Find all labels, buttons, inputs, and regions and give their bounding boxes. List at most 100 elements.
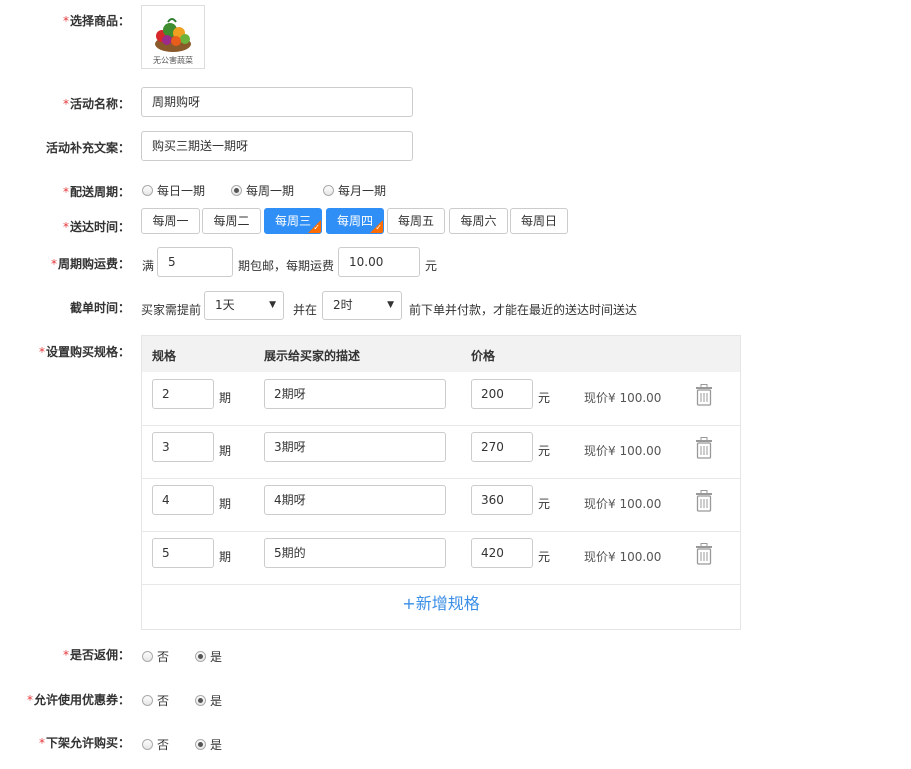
radio-circle [142, 185, 153, 196]
radio-label: 每周一期 [246, 184, 295, 198]
add-spec-button[interactable]: +新增规格 [142, 584, 740, 624]
cutoff-suffix: 前下单并付款，才能在最近的送达时间送达 [409, 303, 638, 317]
shipping-suffix: 元 [425, 259, 438, 273]
table-row: 4 期 4期呀 360 元 现价¥ 100.00 [142, 478, 740, 532]
spec-table-header: 规格 展示给买家的描述 价格 [142, 336, 740, 372]
header-spec: 规格 [152, 349, 177, 363]
radio-circle-checked [231, 185, 242, 196]
period-unit: 期 [219, 391, 232, 405]
table-row: 5 期 5期的 420 元 现价¥ 100.00 [142, 531, 740, 585]
coupon-no-radio[interactable]: 否 [142, 692, 169, 709]
select-value: 2时 [333, 298, 353, 312]
day-button-sun[interactable]: 每周日 [510, 208, 568, 234]
day-button-mon[interactable]: 每周一 [141, 208, 200, 234]
day-label: 每周五 [397, 214, 434, 228]
yuan-unit: 元 [538, 550, 551, 564]
radio-circle-checked [195, 695, 206, 706]
spec-periods-input[interactable]: 3 [152, 432, 214, 462]
yuan-unit: 元 [538, 391, 551, 405]
radio-label: 每月一期 [338, 184, 387, 198]
radio-label: 是 [210, 694, 223, 708]
spec-price-input[interactable]: 360 [471, 485, 533, 515]
spec-table: 规格 展示给买家的描述 价格 2 期 2期呀 200 元 现价¥ 100.00 … [141, 335, 741, 630]
table-row: 2 期 2期呀 200 元 现价¥ 100.00 [142, 372, 740, 426]
shipping-prefix: 满 [142, 259, 155, 273]
cutoff-hour-select[interactable]: 2时 ▼ [322, 291, 402, 320]
trash-icon[interactable] [695, 543, 713, 565]
current-price: 现价¥ 100.00 [584, 550, 662, 564]
commission-label: *是否返佣： [62, 648, 130, 662]
current-price: 现价¥ 100.00 [584, 444, 662, 458]
radio-circle-checked [195, 651, 206, 662]
radio-circle [323, 185, 334, 196]
day-button-wed[interactable]: 每周三 ✓ [264, 208, 322, 234]
period-unit: 期 [219, 550, 232, 564]
spec-periods-input[interactable]: 2 [152, 379, 214, 409]
radio-circle [142, 739, 153, 750]
specs-label: *设置购买规格： [38, 345, 130, 359]
spec-desc-input[interactable]: 2期呀 [264, 379, 446, 409]
cutoff-middle: 并在 [293, 303, 318, 317]
dropdown-caret-icon: ▼ [269, 300, 276, 310]
spec-desc-input[interactable]: 4期呀 [264, 485, 446, 515]
trash-icon[interactable] [695, 490, 713, 512]
activity-name-label: *活动名称： [62, 97, 130, 111]
coupon-label: *允许使用优惠券： [26, 693, 130, 707]
shipping-middle-text: 期包邮，每期运费 [238, 259, 335, 273]
cutoff-prefix: 买家需提前 [141, 303, 202, 317]
radio-label: 否 [157, 650, 170, 664]
day-label: 每周日 [520, 214, 557, 228]
day-label: 每周四 [336, 214, 373, 228]
offshelf-no-radio[interactable]: 否 [142, 736, 169, 753]
spec-desc-input[interactable]: 5期的 [264, 538, 446, 568]
spec-price-input[interactable]: 420 [471, 538, 533, 568]
commission-yes-radio[interactable]: 是 [195, 648, 222, 665]
offshelf-label: *下架允许购买： [38, 736, 130, 750]
cycle-monthly-radio[interactable]: 每月一期 [323, 182, 386, 199]
cycle-daily-radio[interactable]: 每日一期 [142, 182, 205, 199]
dropdown-caret-icon: ▼ [387, 300, 394, 310]
spec-price-input[interactable]: 200 [471, 379, 533, 409]
trash-icon[interactable] [695, 437, 713, 459]
shipping-fee-input[interactable]: 10.00 [338, 247, 420, 277]
cycle-weekly-radio[interactable]: 每周一期 [231, 182, 294, 199]
product-caption: 无公害蔬菜 [153, 56, 193, 65]
spec-periods-input[interactable]: 4 [152, 485, 214, 515]
radio-label: 是 [210, 650, 223, 664]
day-button-tue[interactable]: 每周二 [202, 208, 261, 234]
day-button-fri[interactable]: 每周五 [387, 208, 445, 234]
activity-desc-input[interactable]: 购买三期送一期呀 [141, 131, 413, 161]
day-label: 每周六 [460, 214, 497, 228]
cutoff-days-select[interactable]: 1天 ▼ [204, 291, 284, 320]
shipping-fee-label: *周期购运费： [50, 257, 130, 271]
product-label: *选择商品： [62, 14, 130, 28]
day-label: 每周一 [152, 214, 189, 228]
cutoff-label: 截单时间： [69, 301, 130, 315]
period-unit: 期 [219, 444, 232, 458]
select-value: 1天 [215, 298, 235, 312]
product-thumbnail[interactable]: 无公害蔬菜 [141, 5, 205, 69]
day-button-sat[interactable]: 每周六 [449, 208, 508, 234]
offshelf-yes-radio[interactable]: 是 [195, 736, 222, 753]
spec-price-input[interactable]: 270 [471, 432, 533, 462]
day-label: 每周二 [213, 214, 250, 228]
weekday-buttons: 每周一 每周二 每周三 ✓ 每周四 ✓ 每周五 每周六 每周日 [141, 208, 571, 236]
header-price: 价格 [471, 349, 496, 363]
period-unit: 期 [219, 497, 232, 511]
activity-name-input[interactable]: 周期购呀 [141, 87, 413, 117]
commission-no-radio[interactable]: 否 [142, 648, 169, 665]
radio-label: 每日一期 [157, 184, 206, 198]
trash-icon[interactable] [695, 384, 713, 406]
yuan-unit: 元 [538, 497, 551, 511]
day-button-thu[interactable]: 每周四 ✓ [326, 208, 384, 234]
free-shipping-threshold-input[interactable]: 5 [157, 247, 233, 277]
selected-check-icon: ✓ [370, 220, 383, 233]
coupon-yes-radio[interactable]: 是 [195, 692, 222, 709]
current-price: 现价¥ 100.00 [584, 497, 662, 511]
spec-desc-input[interactable]: 3期呀 [264, 432, 446, 462]
spec-periods-input[interactable]: 5 [152, 538, 214, 568]
header-desc: 展示给买家的描述 [264, 349, 361, 363]
radio-label: 否 [157, 738, 170, 752]
activity-desc-label: 活动补充文案： [45, 141, 130, 155]
radio-circle [142, 695, 153, 706]
